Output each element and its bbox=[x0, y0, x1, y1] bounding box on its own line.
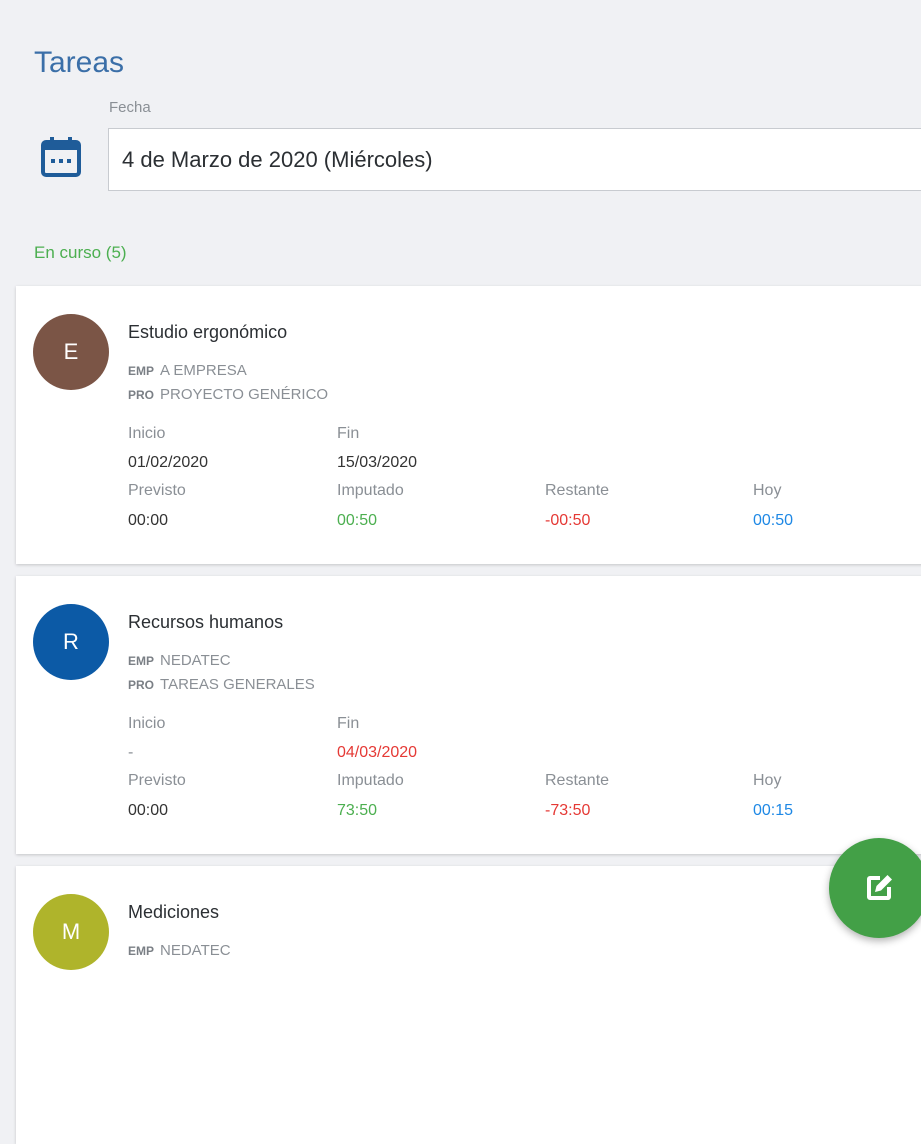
company-row: EMP A EMPRESA bbox=[128, 362, 247, 379]
planned-value: 00:00 bbox=[128, 802, 169, 819]
section-in-progress-label: En curso (5) bbox=[34, 243, 127, 262]
task-title: Recursos humanos bbox=[128, 612, 284, 632]
edit-icon bbox=[867, 875, 892, 900]
company-name: NEDATEC bbox=[160, 652, 231, 669]
charged-label: Imputado bbox=[337, 482, 404, 499]
project-name: TAREAS GENERALES bbox=[160, 676, 315, 693]
today-value: 00:15 bbox=[753, 802, 794, 819]
remaining-label: Restante bbox=[545, 772, 610, 789]
company-name: A EMPRESA bbox=[160, 362, 247, 379]
task-title: Estudio ergonómico bbox=[128, 322, 288, 342]
today-label: Hoy bbox=[753, 772, 782, 789]
charged-label: Imputado bbox=[337, 772, 404, 789]
company-tag: EMP bbox=[128, 654, 155, 668]
project-name: PROYECTO GENÉRICO bbox=[160, 386, 329, 403]
task-card[interactable]: R Recursos humanos EMP NEDATEC PRO TAREAS … bbox=[16, 576, 921, 854]
project-tag: PRO bbox=[128, 678, 155, 692]
remaining-value: -00:50 bbox=[545, 512, 591, 529]
company-row: EMP NEDATEC bbox=[128, 942, 231, 959]
page-title: Tareas bbox=[34, 46, 125, 79]
remaining-value: -73:50 bbox=[545, 802, 591, 819]
start-value: - bbox=[128, 744, 134, 761]
calendar-icon[interactable] bbox=[38, 134, 84, 180]
planned-label: Previsto bbox=[128, 772, 186, 789]
end-label: Fin bbox=[337, 715, 360, 732]
task-card[interactable]: M Mediciones EMP NEDATEC bbox=[16, 866, 921, 1144]
avatar: R bbox=[33, 604, 109, 680]
edit-fab-button[interactable] bbox=[829, 838, 921, 938]
end-label: Fin bbox=[337, 425, 360, 442]
end-value: 15/03/2020 bbox=[337, 454, 418, 471]
start-label: Inicio bbox=[128, 425, 166, 442]
company-name: NEDATEC bbox=[160, 942, 231, 959]
project-tag: PRO bbox=[128, 388, 155, 402]
start-value: 01/02/2020 bbox=[128, 454, 209, 471]
company-row: EMP NEDATEC bbox=[128, 652, 231, 669]
planned-value: 00:00 bbox=[128, 512, 169, 529]
end-value: 04/03/2020 bbox=[337, 744, 418, 761]
avatar: E bbox=[33, 314, 109, 390]
company-tag: EMP bbox=[128, 944, 155, 958]
charged-value: 00:50 bbox=[337, 512, 378, 529]
start-label: Inicio bbox=[128, 715, 166, 732]
task-title: Mediciones bbox=[128, 902, 220, 922]
remaining-label: Restante bbox=[545, 482, 610, 499]
planned-label: Previsto bbox=[128, 482, 186, 499]
company-tag: EMP bbox=[128, 364, 155, 378]
avatar: M bbox=[33, 894, 109, 970]
date-input[interactable]: 4 de Marzo de 2020 (Miércoles) bbox=[108, 128, 921, 191]
project-row: PRO PROYECTO GENÉRICO bbox=[128, 386, 328, 403]
today-label: Hoy bbox=[753, 482, 782, 499]
charged-value: 73:50 bbox=[337, 802, 378, 819]
task-card[interactable]: E Estudio ergonómico EMP A EMPRESA PRO PRO… bbox=[16, 286, 921, 564]
today-value: 00:50 bbox=[753, 512, 794, 529]
date-field-label: Fecha bbox=[109, 99, 151, 116]
project-row: PRO TAREAS GENERALES bbox=[128, 676, 315, 693]
